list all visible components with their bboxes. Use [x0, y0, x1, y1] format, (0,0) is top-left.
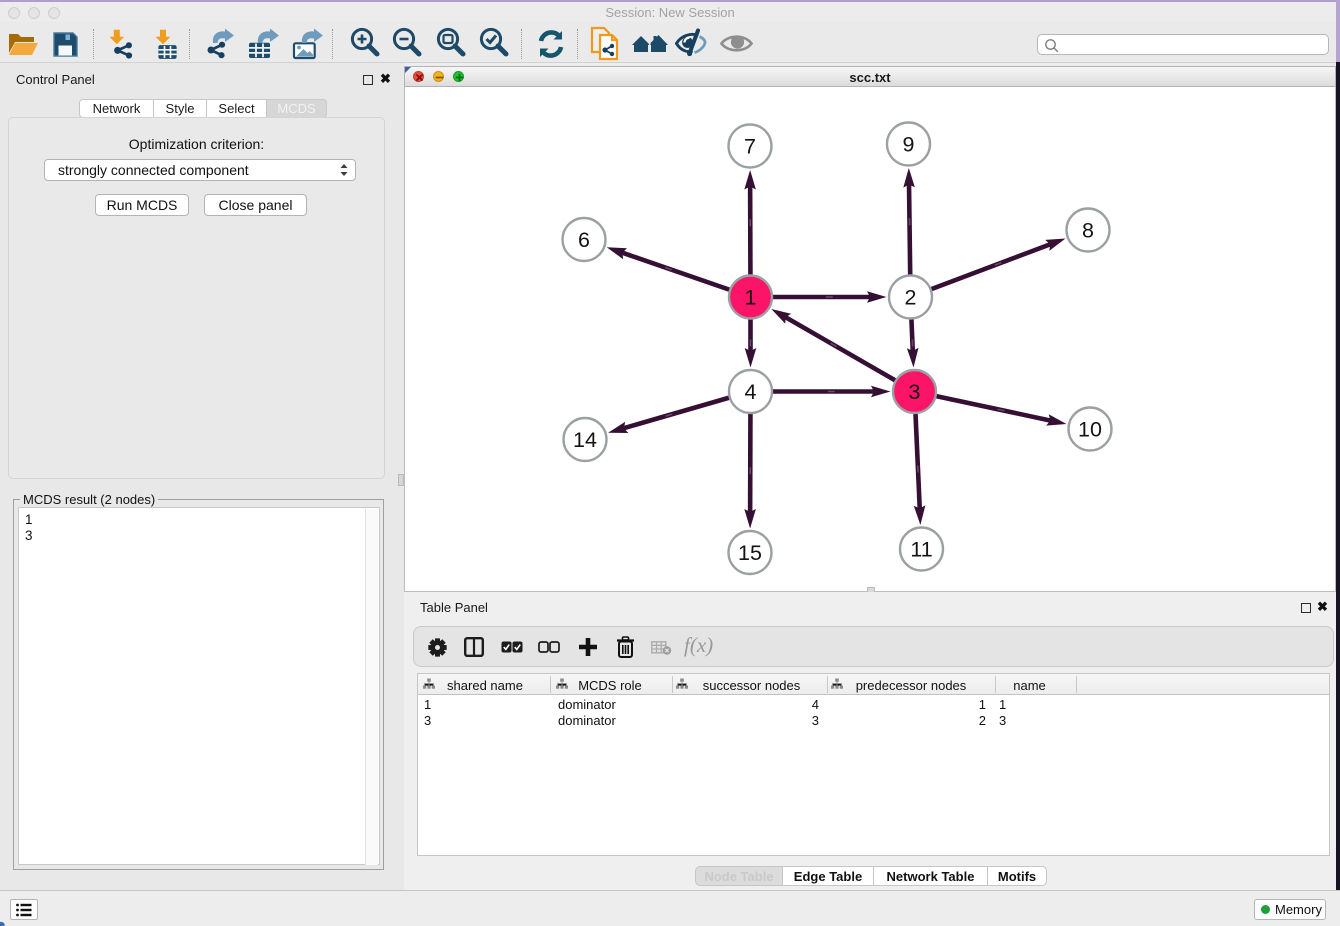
svg-text:6: 6 [578, 228, 590, 252]
svg-text:11: 11 [910, 538, 932, 562]
svg-text:4: 4 [745, 380, 757, 404]
svg-text:14: 14 [573, 428, 597, 452]
svg-text:15: 15 [738, 541, 762, 565]
svg-text:8: 8 [1082, 219, 1094, 243]
svg-text:3: 3 [909, 380, 921, 404]
svg-text:1: 1 [745, 286, 757, 310]
svg-text:10: 10 [1078, 418, 1102, 442]
svg-text:7: 7 [744, 135, 756, 159]
svg-text:2: 2 [905, 286, 917, 310]
svg-text:9: 9 [903, 133, 915, 157]
